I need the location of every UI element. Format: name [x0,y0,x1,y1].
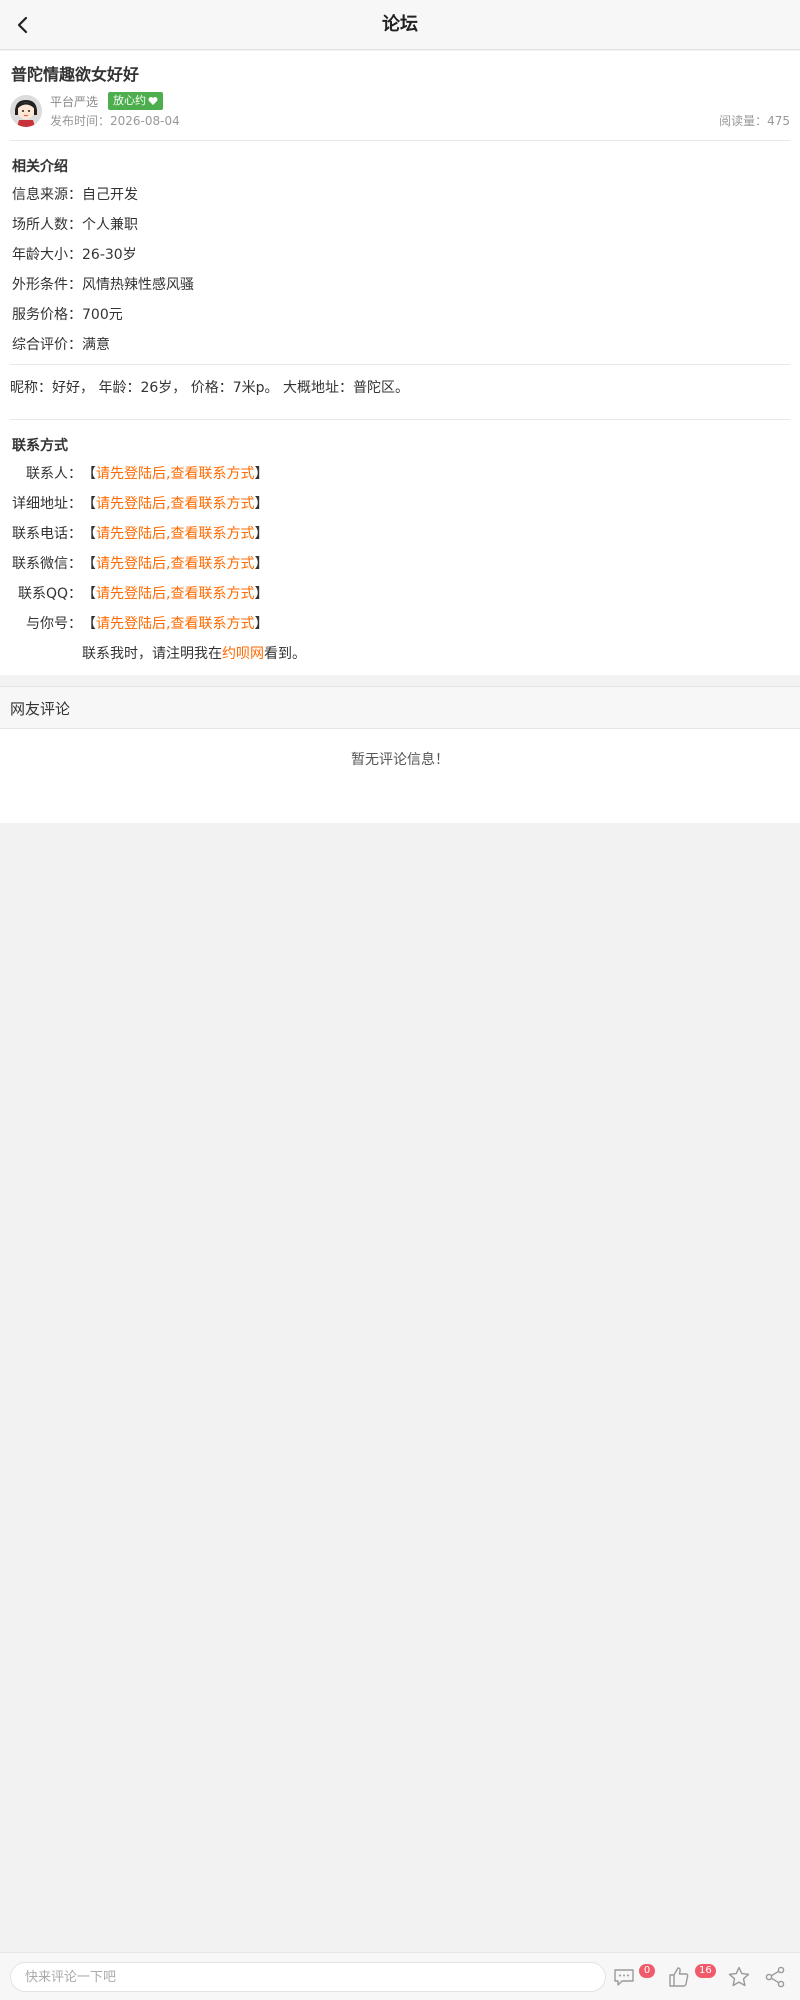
contact-label: 详细地址： [12,496,82,512]
contact-row-person: 联系人： 【请先登陆后,查看联系方式】 [0,463,420,483]
contact-label: 联系微信： [12,556,82,572]
share-button[interactable] [763,1965,787,1989]
contact-row-other: 与你号： 【请先登陆后,查看联系方式】 [0,613,420,633]
site-link[interactable]: 约呗网 [222,646,264,662]
post-title: 普陀情趣欲女好好 [11,65,140,84]
author-name: 平台严选 [50,95,99,109]
contact-row-address: 详细地址： 【请先登陆后,查看联系方式】 [0,493,420,513]
comments-section: 网友评论 暂无评论信息！ [0,686,800,823]
thumbs-up-icon [669,1967,689,1987]
publish-time: 发布时间：2026-08-04 [50,114,180,128]
divider [10,364,790,365]
login-to-view-link[interactable]: 请先登陆后,查看联系方式 [96,526,254,542]
login-to-view-link[interactable]: 请先登陆后,查看联系方式 [96,466,254,482]
read-count: 阅读量：475 [719,114,790,128]
contact-label: 与你号： [26,616,82,632]
badge-label: 放心约 [113,94,146,107]
login-to-view-link[interactable]: 请先登陆后,查看联系方式 [96,616,254,632]
comment-button[interactable] [612,1965,636,1989]
star-icon [728,1966,750,1987]
favorite-button[interactable] [727,1965,751,1989]
contact-row-qq: 联系QQ： 【请先登陆后,查看联系方式】 [0,583,420,603]
intro-row: 综合评价：满意 [12,337,110,353]
login-to-view-link[interactable]: 请先登陆后,查看联系方式 [96,586,254,602]
intro-row: 年龄大小：26-30岁 [12,247,137,263]
contact-value: 【请先登陆后,查看联系方式】 [82,556,269,572]
like-button[interactable] [667,1965,691,1989]
page-title: 论坛 [382,14,418,35]
login-to-view-link[interactable]: 请先登陆后,查看联系方式 [96,496,254,512]
contact-value: 【请先登陆后,查看联系方式】 [82,466,269,482]
comments-title: 网友评论 [10,700,71,718]
post-description: 昵称：好好， 年龄：26岁， 价格：7米p。 大概地址：普陀区。 [10,380,409,396]
contact-label: 联系人： [26,466,82,482]
intro-heading: 相关介绍 [12,159,68,175]
contact-value: 【请先登陆后,查看联系方式】 [82,586,269,602]
comments-header: 网友评论 [0,687,800,729]
intro-row: 场所人数：个人兼职 [12,217,138,233]
trust-badge: 放心约 [108,92,163,110]
contact-value: 【请先登陆后,查看联系方式】 [82,616,269,632]
avatar[interactable] [10,95,42,127]
contact-row-phone: 联系电话： 【请先登陆后,查看联系方式】 [0,523,420,543]
intro-row: 服务价格：700元 [12,307,123,323]
avatar-girl-icon [10,95,42,127]
divider [10,419,790,420]
divider [10,140,790,141]
contact-heading: 联系方式 [12,438,68,454]
like-count-badge: 16 [695,1964,716,1978]
heart-icon [148,97,158,105]
contact-label: 联系QQ： [17,586,82,602]
post-card: 普陀情趣欲女好好 平台严选 放心约 发布时间：2026-08-04 阅读量：47… [0,51,800,675]
top-nav-bar: 论坛 [0,0,800,50]
intro-row: 外形条件：风情热辣性感风骚 [12,277,194,293]
contact-value: 【请先登陆后,查看联系方式】 [82,526,269,542]
comment-count-badge: 0 [639,1964,655,1978]
share-icon [765,1966,785,1988]
bottom-action-bar: 0 16 [0,1952,800,2000]
contact-note: 联系我时，请注明我在约呗网看到。 [82,646,306,662]
login-to-view-link[interactable]: 请先登陆后,查看联系方式 [96,556,254,572]
intro-row: 信息来源：自己开发 [12,187,138,203]
comment-input[interactable] [10,1962,606,1992]
contact-row-wechat: 联系微信： 【请先登陆后,查看联系方式】 [0,553,420,573]
contact-label: 联系电话： [12,526,82,542]
empty-comments-message: 暂无评论信息！ [351,752,449,768]
comment-icon [614,1969,634,1986]
contact-value: 【请先登陆后,查看联系方式】 [82,496,269,512]
